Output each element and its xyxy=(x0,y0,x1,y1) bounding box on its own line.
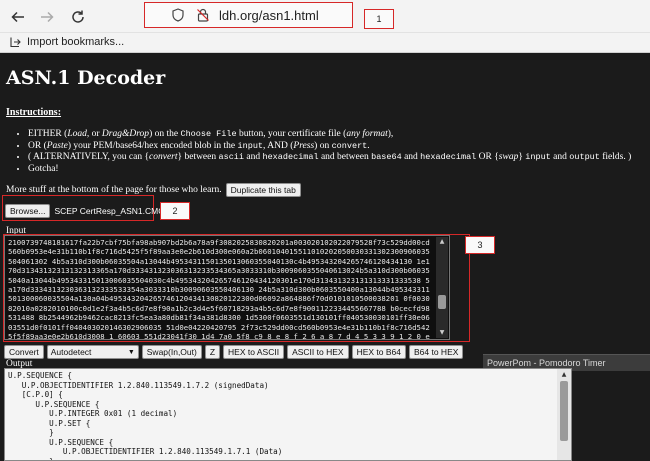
back-button[interactable] xyxy=(7,6,29,28)
shield-icon[interactable] xyxy=(171,8,185,22)
back-arrow-icon xyxy=(11,11,24,23)
instructions-list: EITHER (Load, or Drag&Drop) on the Choos… xyxy=(18,129,638,176)
more-stuff-text: More stuff at the bottom of the page for… xyxy=(6,185,222,195)
file-chooser: Browse... SCEP CertResp_ASN1.CMO xyxy=(5,204,165,218)
z-button[interactable]: Z xyxy=(204,345,221,359)
mode-select[interactable]: Autodetect ▼ xyxy=(46,345,139,359)
bookmarks-bar: Import bookmarks... xyxy=(0,33,650,53)
mode-select-value: Autodetect xyxy=(50,347,92,357)
output-panel[interactable]: U.P.SEQUENCE { U.P.OBJECTIDENTIFIER 1.2.… xyxy=(4,368,572,461)
instructions-heading: Instructions: xyxy=(6,107,62,118)
forward-button[interactable] xyxy=(36,6,58,28)
ascii-to-hex-button[interactable]: ASCII to HEX xyxy=(287,345,349,359)
annotation-label-2: 2 xyxy=(160,202,190,220)
hex-to-ascii-button[interactable]: HEX to ASCII xyxy=(223,345,285,359)
output-scrollbar[interactable]: ▲ xyxy=(557,369,571,460)
convert-button[interactable]: Convert xyxy=(4,345,44,359)
import-bookmarks-label: Import bookmarks... xyxy=(27,36,125,48)
browser-toolbar: ldh.org/asn1.html 1 xyxy=(0,0,650,33)
page-content: ASN.1 Decoder Instructions: EITHER (Load… xyxy=(0,54,650,461)
action-buttons: Convert Autodetect ▼ Swap(In,Out) Z HEX … xyxy=(4,345,464,359)
scroll-up-icon[interactable]: ▲ xyxy=(436,237,448,247)
chevron-down-icon: ▼ xyxy=(127,348,135,356)
reload-button[interactable] xyxy=(67,6,89,28)
reload-icon xyxy=(72,10,84,23)
lock-icon[interactable] xyxy=(196,8,210,22)
input-textarea-content: 2100739748181617fa22b7cbf75bfa98ab907bd2… xyxy=(8,238,430,340)
output-text: U.P.SEQUENCE { U.P.OBJECTIDENTIFIER 1.2.… xyxy=(8,371,283,461)
url-text: ldh.org/asn1.html xyxy=(219,8,319,23)
output-scroll-thumb[interactable] xyxy=(560,381,568,441)
annotation-label-1: 1 xyxy=(364,9,394,29)
duplicate-tab-button[interactable]: Duplicate this tab xyxy=(225,183,301,197)
instruction-item: OR (Paste) your PEM/base64/hex encoded b… xyxy=(28,141,638,153)
annotation-label-3: 3 xyxy=(465,236,495,254)
page-title: ASN.1 Decoder xyxy=(6,67,166,89)
scroll-up-icon[interactable]: ▲ xyxy=(557,370,571,380)
import-icon xyxy=(10,37,21,48)
input-scrollbar[interactable]: ▲ ▼ xyxy=(436,237,448,338)
input-scroll-thumb[interactable] xyxy=(438,295,446,309)
scroll-down-icon[interactable]: ▼ xyxy=(436,328,448,338)
import-bookmarks-item[interactable]: Import bookmarks... xyxy=(9,36,124,48)
address-bar[interactable]: ldh.org/asn1.html xyxy=(144,2,353,28)
swap-button[interactable]: Swap(In,Out) xyxy=(141,345,202,359)
instruction-item: ( ALTERNATIVELY, you can {convert} betwe… xyxy=(28,152,638,164)
browse-button[interactable]: Browse... xyxy=(5,204,51,218)
instruction-item: EITHER (Load, or Drag&Drop) on the Choos… xyxy=(28,129,638,141)
input-textarea[interactable]: 2100739748181617fa22b7cbf75bfa98ab907bd2… xyxy=(4,235,450,340)
b64-to-hex-button[interactable]: B64 to HEX xyxy=(409,345,464,359)
forward-arrow-icon xyxy=(41,11,54,23)
instruction-item: Gotcha! xyxy=(28,164,638,176)
selected-file-name: SCEP CertResp_ASN1.CMO xyxy=(54,206,165,216)
hex-to-b64-button[interactable]: HEX to B64 xyxy=(351,345,406,359)
